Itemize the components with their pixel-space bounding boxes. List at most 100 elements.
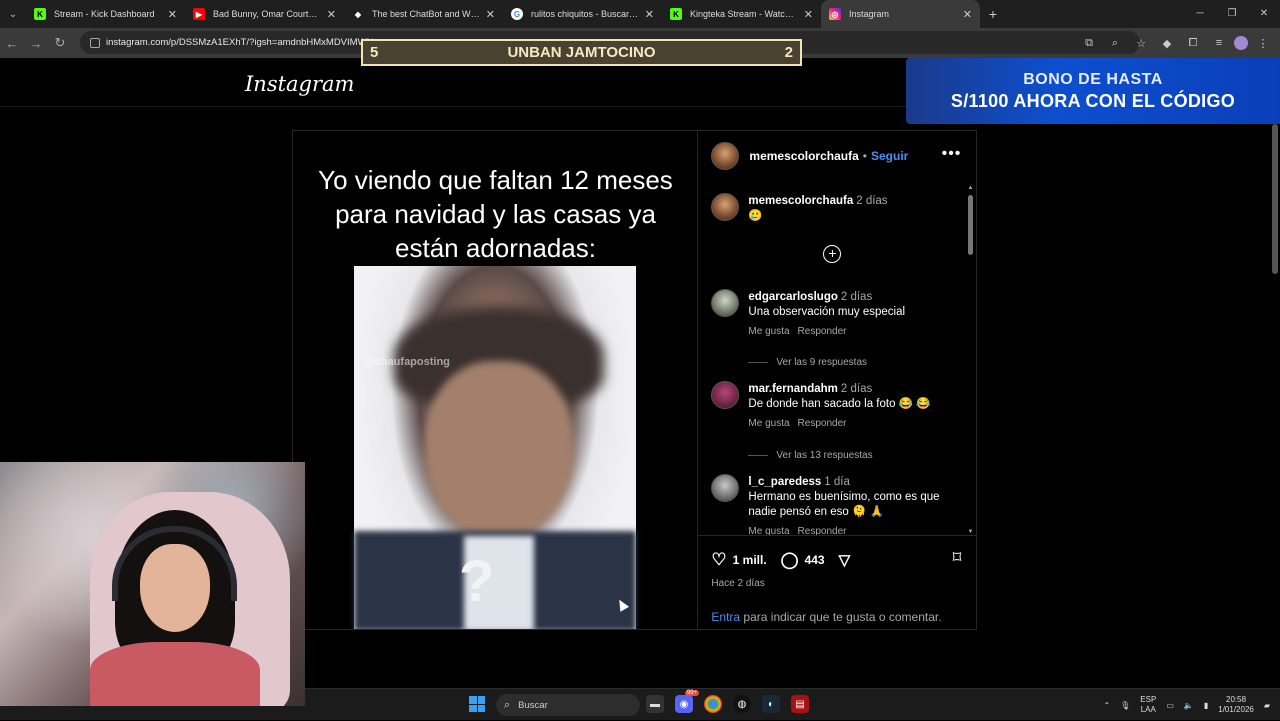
author-username[interactable]: memescolorchaufa bbox=[749, 149, 858, 163]
commenter-username[interactable]: edgarcarloslugo bbox=[748, 291, 837, 303]
steam-icon[interactable]: ◐ bbox=[762, 695, 780, 713]
language-indicator[interactable]: ESP LAA bbox=[1140, 695, 1156, 715]
site-info-icon[interactable] bbox=[90, 37, 100, 48]
question-mark: ? bbox=[459, 549, 495, 614]
browser-tab[interactable]: K Stream - Kick Dashboard ✕ bbox=[26, 0, 185, 28]
browser-tab[interactable]: G rulitos chiquitos - Buscar con G ✕ bbox=[503, 0, 662, 28]
windows-start-icon[interactable] bbox=[469, 696, 485, 712]
comment-time: 1 día bbox=[824, 476, 850, 488]
volume-icon[interactable]: 🔈 bbox=[1184, 701, 1194, 710]
comment-reply-button[interactable]: Responder bbox=[798, 526, 847, 535]
comment-like-button[interactable]: Me gusta bbox=[748, 326, 789, 337]
page-scrollbar[interactable] bbox=[1272, 124, 1278, 274]
toolbar-actions: ⧉ ⌕ ☆ ◆ ⧠ ≡ ⋮ bbox=[1078, 28, 1274, 58]
app-icon[interactable]: ▤ bbox=[791, 695, 809, 713]
author-avatar[interactable] bbox=[711, 193, 740, 221]
close-window-icon[interactable]: ✕ bbox=[1248, 0, 1280, 28]
clock-date: 1/01/2026 bbox=[1218, 705, 1254, 714]
clock[interactable]: 20:58 1/01/2026 bbox=[1218, 695, 1254, 715]
follow-button[interactable]: Seguir bbox=[871, 149, 908, 163]
new-tab-button[interactable]: + bbox=[980, 6, 1006, 22]
back-icon[interactable]: ← bbox=[0, 36, 24, 51]
comment-count[interactable]: 443 bbox=[805, 553, 825, 567]
obs-icon[interactable]: ◍ bbox=[733, 695, 751, 713]
commenter-username[interactable]: l_c_paredess bbox=[748, 476, 821, 488]
comment-like-button[interactable]: Me gusta bbox=[748, 418, 789, 429]
share-send-icon[interactable]: ▽ bbox=[839, 551, 851, 569]
kick-icon: K bbox=[670, 8, 682, 20]
commenter-username[interactable]: mar.fernandahm bbox=[748, 383, 837, 395]
notifications-icon[interactable]: ▰ bbox=[1264, 701, 1270, 710]
load-more-comments-icon[interactable]: + bbox=[823, 245, 842, 263]
close-tab-icon[interactable]: ✕ bbox=[486, 8, 495, 21]
view-replies[interactable]: Ver las 9 respuestas bbox=[748, 357, 867, 368]
caption-username[interactable]: memescolorchaufa bbox=[748, 195, 853, 207]
post-media[interactable]: Yo viendo que faltan 12 meses para navid… bbox=[293, 131, 698, 629]
reload-icon[interactable]: ↻ bbox=[48, 35, 72, 51]
instagram-icon: ◎ bbox=[829, 8, 841, 20]
comments-scrollbar[interactable]: ▲ ▼ bbox=[967, 185, 974, 535]
comment-like-button[interactable]: Me gusta bbox=[748, 526, 789, 535]
close-tab-icon[interactable]: ✕ bbox=[963, 8, 972, 21]
commenter-avatar[interactable] bbox=[711, 474, 740, 502]
maximize-icon[interactable]: ❐ bbox=[1216, 0, 1248, 28]
post-header: memescolorchaufa • Seguir ••• bbox=[698, 131, 977, 181]
instagram-logo[interactable]: Instagram bbox=[245, 72, 354, 96]
search-icon: ⌕ bbox=[504, 698, 511, 711]
chrome-icon[interactable] bbox=[704, 695, 722, 713]
caption-time: 2 días bbox=[856, 195, 888, 207]
forward-icon[interactable]: → bbox=[24, 36, 48, 51]
author-avatar[interactable] bbox=[711, 142, 740, 170]
clock-time: 20:58 bbox=[1226, 695, 1247, 704]
extension-icon[interactable]: ◆ bbox=[1156, 37, 1178, 50]
microphone-icon[interactable]: 🎙 bbox=[1120, 701, 1130, 710]
promo-line-2: S/1100 AHORA CON EL CÓDIGO bbox=[950, 90, 1236, 111]
commenter-avatar[interactable] bbox=[711, 381, 740, 409]
zoom-icon[interactable]: ⌕ bbox=[1104, 37, 1126, 50]
chevron-up-icon[interactable]: ⌃ bbox=[1103, 701, 1110, 710]
tab-search-button[interactable]: ⌄ bbox=[0, 0, 26, 28]
close-tab-icon[interactable]: ✕ bbox=[327, 8, 336, 21]
media-controls-icon[interactable]: ≡ bbox=[1208, 37, 1230, 49]
discord-icon[interactable]: ◉ 99+ bbox=[675, 690, 699, 713]
scroll-thumb[interactable] bbox=[968, 195, 973, 255]
taskbar-search[interactable]: ⌕ Buscar bbox=[496, 694, 640, 716]
close-tab-icon[interactable]: ✕ bbox=[804, 8, 813, 21]
comment-reply-button[interactable]: Responder bbox=[798, 418, 847, 429]
network-icon[interactable]: ▭ bbox=[1166, 701, 1174, 710]
separator-dot: • bbox=[862, 149, 867, 163]
login-prompt-text: para indicar que te gusta o comentar. bbox=[740, 610, 942, 624]
file-explorer-icon[interactable]: ▬ bbox=[646, 695, 664, 713]
close-tab-icon[interactable]: ✕ bbox=[645, 8, 654, 21]
menu-icon[interactable]: ⋮ bbox=[1252, 37, 1274, 50]
browser-tab[interactable]: K Kingteka Stream - Watch Live o ✕ bbox=[662, 0, 821, 28]
view-replies[interactable]: Ver las 13 respuestas bbox=[748, 450, 873, 461]
login-link[interactable]: Entra bbox=[711, 610, 740, 624]
more-options-icon[interactable]: ••• bbox=[942, 145, 962, 163]
url-text: instagram.com/p/DSSMzA1EXhT/?igsh=amdnbH… bbox=[106, 37, 374, 48]
profile-avatar[interactable] bbox=[1234, 36, 1248, 50]
close-tab-icon[interactable]: ✕ bbox=[168, 8, 177, 21]
tab-title: Stream - Kick Dashboard bbox=[54, 9, 155, 19]
scroll-up-icon[interactable]: ▲ bbox=[967, 185, 974, 191]
like-heart-icon[interactable]: ♡ bbox=[711, 550, 726, 570]
browser-tab-active[interactable]: ◎ Instagram ✕ bbox=[821, 0, 980, 28]
comment-time: 2 días bbox=[840, 383, 873, 395]
post-card: Yo viendo que faltan 12 meses para navid… bbox=[292, 130, 978, 630]
post-timestamp: Hace 2 días bbox=[711, 578, 765, 589]
comment-bubble-icon[interactable]: ◯ bbox=[781, 550, 799, 570]
bookmark-star-icon[interactable]: ☆ bbox=[1130, 37, 1152, 50]
browser-tab[interactable]: ▶ Bad Bunny, Omar Courtz, Dei V ✕ bbox=[185, 0, 344, 28]
minimize-icon[interactable]: ─ bbox=[1184, 0, 1216, 28]
browser-tab[interactable]: ◆ The best ChatBot and Widgets ✕ bbox=[344, 0, 503, 28]
save-bookmark-icon[interactable]: ⌑ bbox=[953, 548, 962, 568]
extensions-puzzle-icon[interactable]: ⧠ bbox=[1182, 37, 1204, 50]
comment-reply-button[interactable]: Responder bbox=[798, 326, 847, 337]
post-sidebar: memescolorchaufa • Seguir ••• memescolor… bbox=[697, 131, 978, 629]
like-count[interactable]: 1 mill. bbox=[733, 553, 767, 567]
commenter-avatar[interactable] bbox=[711, 289, 740, 317]
battery-icon[interactable]: ▮ bbox=[1204, 701, 1208, 710]
tab-title: The best ChatBot and Widgets bbox=[372, 9, 480, 19]
taskbar-apps: ▬ ◉ 99+ ◍ ◐ ▤ bbox=[646, 690, 809, 713]
cast-icon[interactable]: ⧉ bbox=[1078, 37, 1100, 50]
